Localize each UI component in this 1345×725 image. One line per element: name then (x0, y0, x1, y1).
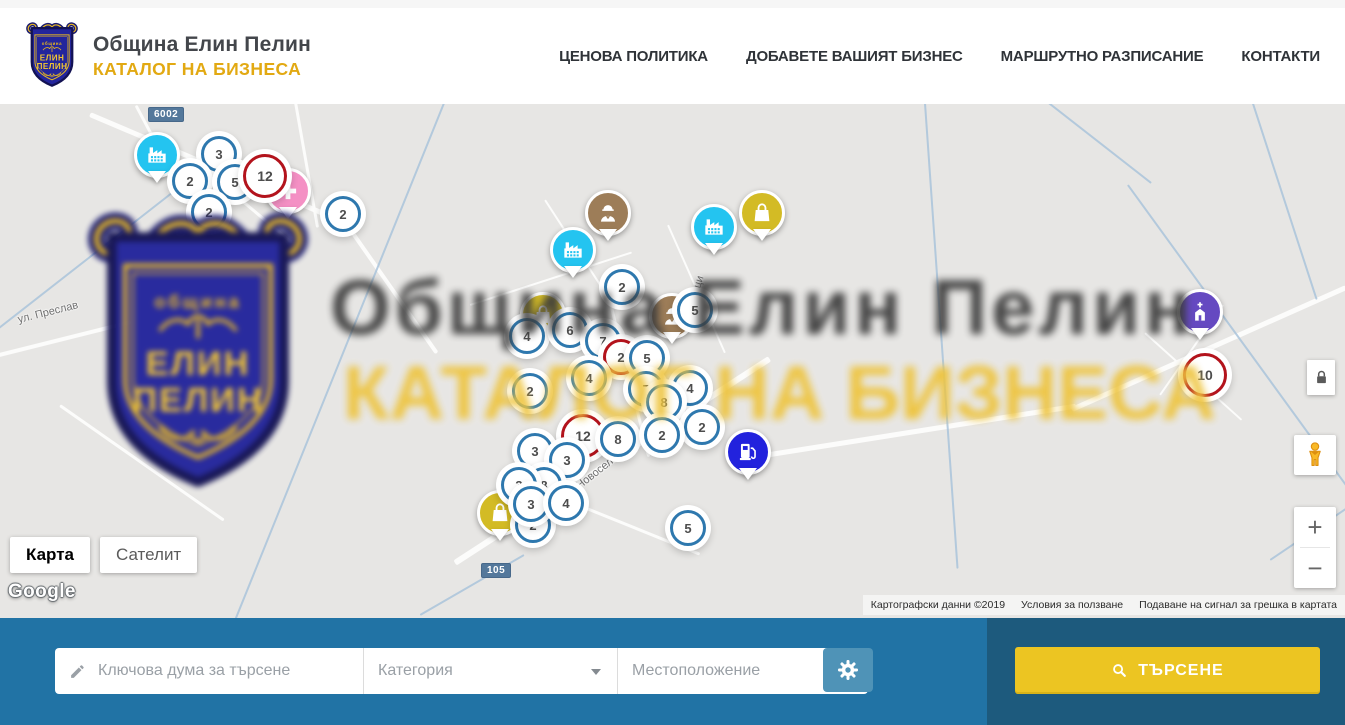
advanced-search-button[interactable] (823, 648, 873, 692)
cluster-marker[interactable]: 4 (548, 485, 584, 521)
cluster-marker[interactable]: 4 (571, 360, 607, 396)
cluster-marker[interactable]: 2 (512, 373, 548, 409)
nav-contacts[interactable]: КОНТАКТИ (1241, 48, 1320, 65)
cluster-marker[interactable]: 10 (1183, 353, 1227, 397)
map-attribution: Картографски данни ©2019 Условия за полз… (863, 595, 1345, 615)
search-icon (1111, 662, 1128, 679)
nav-route-schedule[interactable]: МАРШРУТНО РАЗПИСАНИЕ (1001, 48, 1204, 65)
gear-icon (836, 658, 860, 682)
search-submit-label: ТЪРСЕНЕ (1138, 662, 1223, 680)
zoom-control: + − (1294, 507, 1336, 588)
cluster-marker[interactable]: 2 (684, 409, 720, 445)
pin-factory-marker[interactable] (691, 204, 737, 250)
map-canvas[interactable]: ул. Преславбул. „Новоселци6002105 (0, 104, 1345, 618)
nav-pricing-policy[interactable]: ЦЕНОВА ПОЛИТИКА (559, 48, 708, 65)
pin-bag-marker[interactable] (739, 190, 785, 236)
brand-text: Община Елин Пелин КАТАЛОГ НА БИЗНЕСА (93, 33, 311, 80)
map-type-control: Карта Сателит (10, 537, 197, 573)
cluster-marker[interactable]: 5 (670, 510, 706, 546)
lock-icon (1314, 369, 1329, 386)
cluster-marker[interactable]: 4 (509, 318, 545, 354)
cluster-marker[interactable]: 2 (604, 269, 640, 305)
report-map-error-link[interactable]: Подаване на сигнал за грешка в картата (1139, 599, 1337, 611)
pin-factory-marker[interactable] (134, 132, 180, 178)
search-band: Категория Местоположение ТЪРСЕНЕ (0, 618, 1345, 725)
site-brand[interactable]: община ЕЛИН ПЕЛИН Община Елин Пелин КАТА… (25, 22, 311, 90)
category-select[interactable]: Категория (363, 648, 617, 694)
page-top-strip (0, 0, 1345, 8)
map-copyright: Картографски данни ©2019 (871, 599, 1005, 611)
search-submit-button[interactable]: ТЪРСЕНЕ (1015, 647, 1320, 694)
location-select-label: Местоположение (632, 662, 760, 680)
chevron-down-icon (591, 669, 601, 675)
category-select-label: Категория (378, 662, 453, 680)
cluster-marker[interactable]: 2 (172, 163, 208, 199)
keyword-search-input[interactable] (96, 661, 351, 681)
pin-factory-marker[interactable] (550, 227, 596, 273)
cluster-marker[interactable]: 12 (243, 154, 287, 198)
cluster-marker[interactable]: 8 (646, 384, 682, 420)
shopping-bag-icon (487, 500, 513, 526)
terms-of-use-link[interactable]: Условия за ползване (1021, 599, 1123, 611)
map-markers-layer: 3251222254672542748212823383234510 (0, 104, 1345, 618)
municipal-crest: община ЕЛИН ПЕЛИН (25, 22, 79, 90)
worker-icon (595, 200, 621, 226)
pin-fuel-marker[interactable] (725, 429, 771, 475)
municipal-crest-logo: община ЕЛИН ПЕЛИН (25, 22, 79, 90)
map-type-satellite-button[interactable]: Сателит (100, 537, 197, 573)
pegman-icon (1302, 440, 1328, 470)
pegman-button[interactable] (1294, 435, 1336, 475)
svg-text:ЕЛИН: ЕЛИН (40, 54, 65, 63)
lock-button[interactable] (1307, 360, 1335, 395)
site-title: Община Елин Пелин (93, 33, 311, 57)
cluster-marker[interactable]: 6 (552, 312, 588, 348)
cluster-marker[interactable]: 5 (677, 292, 713, 328)
cluster-marker[interactable]: 2 (644, 417, 680, 453)
cluster-marker[interactable]: 8 (600, 421, 636, 457)
cluster-marker[interactable]: 2 (325, 196, 361, 232)
main-nav: ЦЕНОВА ПОЛИТИКА ДОБАВЕТЕ ВАШИЯТ БИЗНЕС М… (559, 48, 1320, 65)
shopping-bag-icon (749, 200, 775, 226)
factory-icon (560, 237, 586, 263)
map-type-map-button[interactable]: Карта (10, 537, 90, 573)
google-logo[interactable]: Google (8, 581, 76, 603)
cluster-marker[interactable]: 3 (513, 486, 549, 522)
zoom-in-button[interactable]: + (1294, 507, 1336, 547)
pin-worker-marker[interactable] (585, 190, 631, 236)
cluster-marker[interactable]: 2 (191, 194, 227, 230)
pin-church-marker[interactable] (1177, 289, 1223, 335)
church-icon (1187, 299, 1213, 325)
factory-icon (144, 142, 170, 168)
keyword-section (55, 648, 363, 694)
svg-text:община: община (42, 41, 62, 46)
nav-add-your-business[interactable]: ДОБАВЕТЕ ВАШИЯТ БИЗНЕС (746, 48, 963, 65)
site-header: община ЕЛИН ПЕЛИН Община Елин Пелин КАТА… (0, 8, 1345, 104)
factory-icon (701, 214, 727, 240)
search-form: Категория Местоположение (55, 648, 868, 694)
zoom-out-button[interactable]: − (1294, 548, 1336, 588)
cluster-marker[interactable]: 3 (517, 433, 553, 469)
fuel-pump-icon (735, 439, 761, 465)
pencil-icon (69, 663, 86, 680)
svg-text:ПЕЛИН: ПЕЛИН (37, 62, 68, 71)
site-subtitle: КАТАЛОГ НА БИЗНЕСА (93, 59, 311, 80)
